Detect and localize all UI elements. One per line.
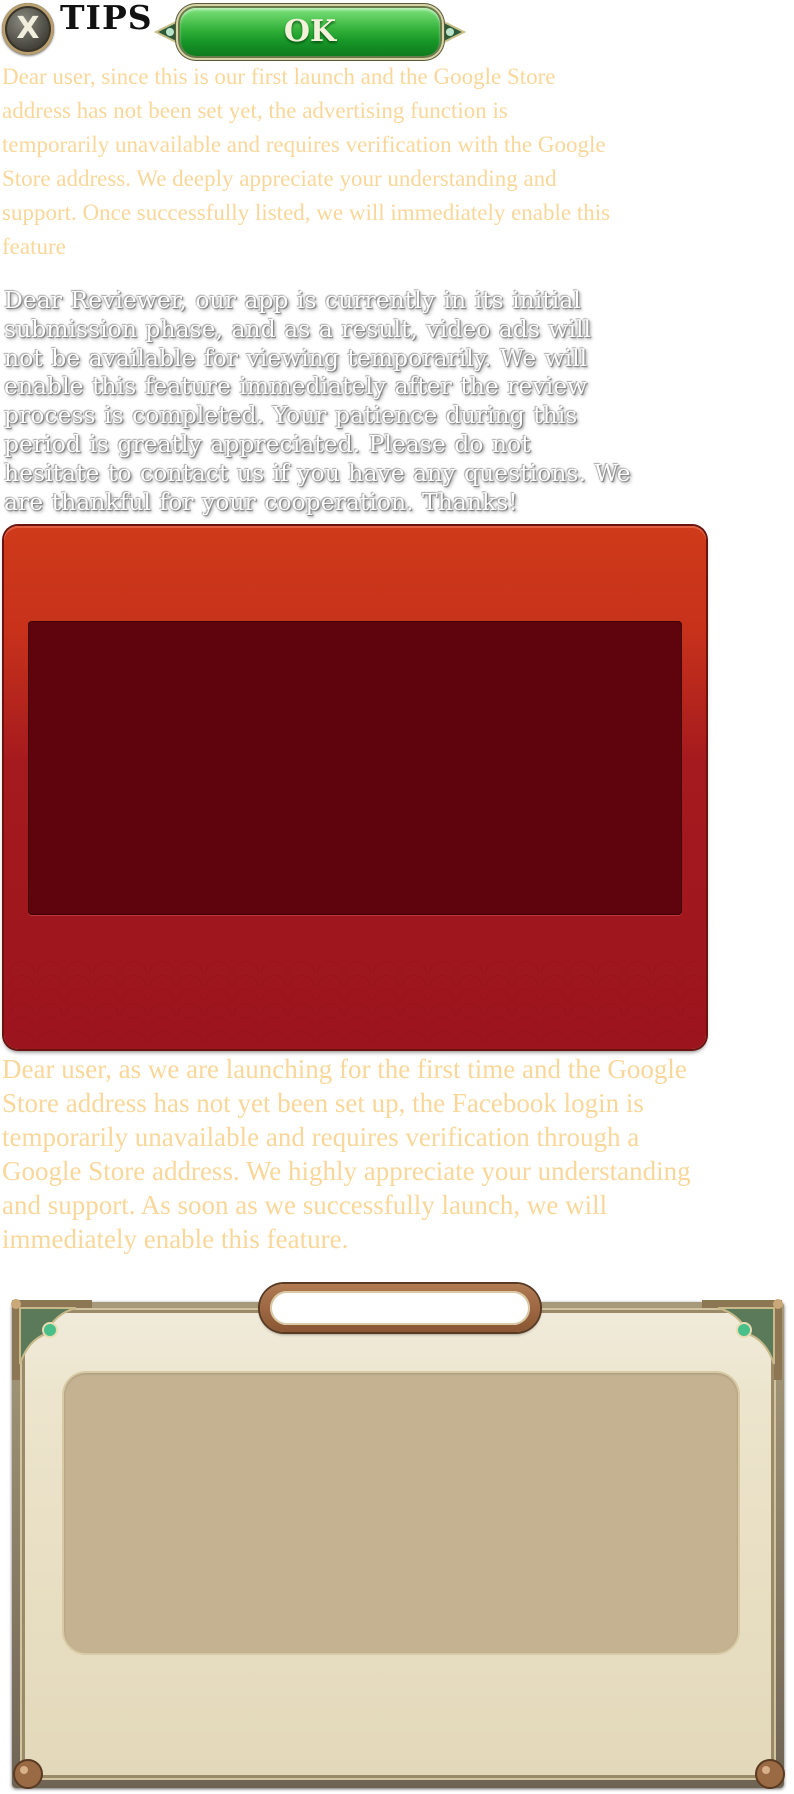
facebook-notice-text: Dear user, as we are launching for the f… xyxy=(2,1054,691,1254)
frame-title-field xyxy=(270,1291,530,1325)
ornate-frame-content-area xyxy=(64,1373,738,1653)
advertising-notice-text: Dear user, since this is our first launc… xyxy=(2,64,611,259)
corner-ornament-icon xyxy=(702,1299,783,1380)
ok-button-group: OK xyxy=(150,4,470,60)
reviewer-notice-text: Dear Reviewer, our app is currently in i… xyxy=(4,286,631,516)
dialog-title: TIPS xyxy=(60,0,153,37)
close-icon: X xyxy=(16,11,40,46)
corner-knob-icon xyxy=(755,1759,785,1789)
ok-button[interactable]: OK xyxy=(180,8,440,56)
corner-ornament-icon xyxy=(11,1299,92,1380)
close-button[interactable]: X xyxy=(2,3,54,55)
panel-pattern xyxy=(8,960,702,1044)
ok-button-label: OK xyxy=(283,14,337,49)
red-dialog-content-area xyxy=(28,621,682,915)
corner-knob-icon xyxy=(13,1759,43,1789)
